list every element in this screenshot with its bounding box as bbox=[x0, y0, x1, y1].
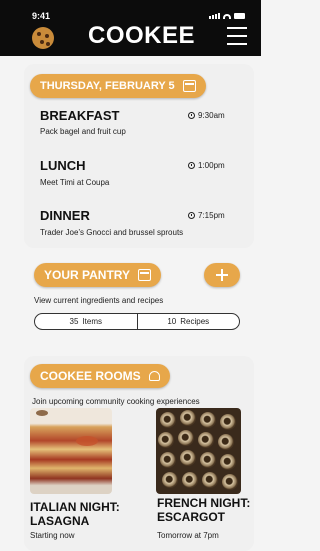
event-italian-time: Starting now bbox=[30, 531, 75, 540]
app-title: COOKEE bbox=[88, 22, 196, 49]
signal-icon bbox=[209, 13, 220, 19]
event-italian-title[interactable]: ITALIAN NIGHT: LASAGNA bbox=[30, 500, 120, 528]
meal-title-dinner[interactable]: DINNER bbox=[40, 208, 90, 223]
pantry-calendar-icon bbox=[138, 269, 152, 281]
pantry-button[interactable]: YOUR PANTRY bbox=[34, 263, 162, 287]
calendar-icon bbox=[182, 80, 196, 92]
rooms-title: COOKEE ROOMS bbox=[40, 369, 141, 383]
date-selector-button[interactable]: THURSDAY, FEBRUARY 5 bbox=[30, 74, 206, 98]
status-icons bbox=[209, 13, 245, 19]
recipes-stat[interactable]: 10 Recipes bbox=[136, 314, 240, 329]
pantry-title: YOUR PANTRY bbox=[44, 268, 131, 282]
clock-icon bbox=[188, 162, 195, 169]
battery-icon bbox=[234, 13, 245, 19]
chef-hat-icon bbox=[148, 371, 160, 381]
hamburger-menu-icon[interactable] bbox=[227, 27, 247, 45]
meal-desc-lunch: Meet Timi at Coupa bbox=[40, 178, 110, 187]
meal-desc-dinner: Trader Joe’s Gnocci and brussel sprouts bbox=[40, 228, 184, 237]
items-stat[interactable]: 35 Items bbox=[35, 314, 137, 329]
meal-time-breakfast: 9:30am bbox=[188, 111, 225, 120]
meal-time-lunch: 1:00pm bbox=[188, 161, 225, 170]
top-bar: 9:41 COOKEE bbox=[0, 0, 261, 56]
rooms-button[interactable]: COOKEE ROOMS bbox=[30, 364, 170, 388]
wifi-icon bbox=[223, 13, 231, 19]
rooms-subtitle: Join upcoming community cooking experien… bbox=[32, 397, 200, 406]
meal-title-lunch[interactable]: LUNCH bbox=[40, 158, 86, 173]
clock-icon bbox=[188, 212, 195, 219]
date-label: THURSDAY, FEBRUARY 5 bbox=[40, 80, 175, 92]
meal-desc-breakfast: Pack bagel and fruit cup bbox=[40, 127, 126, 136]
escargot-image[interactable] bbox=[156, 408, 241, 494]
lasagna-image[interactable] bbox=[30, 408, 112, 494]
pantry-stats: 35 Items 10 Recipes bbox=[34, 313, 240, 330]
clock-icon bbox=[188, 112, 195, 119]
add-ingredient-button[interactable] bbox=[204, 263, 240, 287]
meal-time-dinner: 7:15pm bbox=[188, 211, 225, 220]
event-french-time: Tomorrow at 7pm bbox=[157, 531, 219, 540]
cookie-logo-icon bbox=[32, 27, 54, 49]
event-french-title[interactable]: FRENCH NIGHT: ESCARGOT bbox=[157, 496, 250, 524]
pantry-subtitle: View current ingredients and recipes bbox=[34, 296, 164, 305]
status-time: 9:41 bbox=[32, 11, 51, 21]
meal-title-breakfast[interactable]: BREAKFAST bbox=[40, 108, 119, 123]
